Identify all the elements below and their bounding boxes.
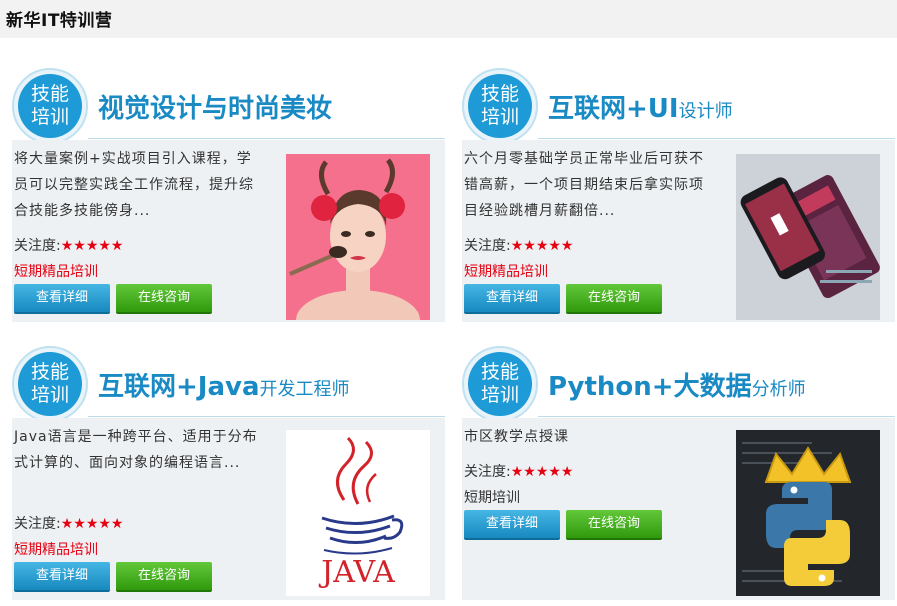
- course-card-java-developer: 技能 培训 互联网+Java开发工程师 Java语言是一种跨平台、适用于分布式计…: [12, 346, 445, 604]
- course-heading-sub[interactable]: 分析师: [752, 379, 806, 400]
- site-title: 新华IT特训营: [6, 11, 113, 31]
- course-heading[interactable]: 互联网+Java开发工程师: [98, 366, 350, 403]
- course-tag: 短期培训: [464, 490, 520, 506]
- course-card-visual-design: 技能 培训 视觉设计与时尚美妆 将大量案例+实战项目引入课程，学员可以完整实践全…: [12, 68, 445, 326]
- online-consult-button[interactable]: 在线咨询: [116, 284, 212, 314]
- course-heading[interactable]: Python+大数据分析师: [548, 366, 806, 403]
- course-heading[interactable]: 互联网+UI设计师: [548, 88, 733, 125]
- badge-line-2: 培训: [480, 384, 519, 406]
- rating-stars: ★★★★★: [60, 238, 124, 254]
- course-description: 市区教学点授课: [464, 429, 569, 445]
- rating-label: 关注度:: [14, 516, 61, 532]
- course-heading-main[interactable]: 互联网+Java: [98, 372, 260, 402]
- view-details-button[interactable]: 查看详细: [464, 284, 560, 314]
- heading-divider: [538, 416, 895, 417]
- course-heading-sub[interactable]: 开发工程师: [260, 379, 350, 400]
- course-card-python-bigdata: 技能 培训 Python+大数据分析师 市区教学点授课 关注度:★★★★★ 短期…: [462, 346, 895, 604]
- course-tag: 短期精品培训: [14, 542, 98, 558]
- rating: 关注度:★★★★★: [464, 235, 573, 255]
- online-consult-button[interactable]: 在线咨询: [566, 510, 662, 540]
- svg-text:JAVA: JAVA: [318, 555, 395, 590]
- course-tag: 短期精品培训: [14, 264, 98, 280]
- rating: 关注度:★★★★★: [14, 513, 123, 533]
- badge-line-2: 培训: [30, 106, 69, 128]
- course-heading-main[interactable]: Python+大数据: [548, 372, 752, 402]
- online-consult-button[interactable]: 在线咨询: [566, 284, 662, 314]
- heading-divider: [88, 138, 445, 139]
- course-heading-sub[interactable]: 设计师: [679, 101, 733, 122]
- rating-label: 关注度:: [14, 238, 61, 254]
- badge-line-2: 培训: [30, 384, 69, 406]
- rating: 关注度:★★★★★: [14, 235, 123, 255]
- badge-line-1: 技能: [30, 83, 69, 105]
- rating-label: 关注度:: [464, 464, 511, 480]
- skill-training-badge: 技能 培训: [12, 68, 88, 144]
- rating-stars: ★★★★★: [510, 238, 574, 254]
- ui-design-phone-mockup[interactable]: [736, 154, 880, 320]
- heading-divider: [538, 138, 895, 139]
- badge-line-1: 技能: [480, 361, 519, 383]
- view-details-button[interactable]: 查看详细: [14, 562, 110, 592]
- rating-stars: ★★★★★: [60, 516, 124, 532]
- rating-stars: ★★★★★: [510, 464, 574, 480]
- course-heading-main[interactable]: 互联网+UI: [548, 94, 679, 124]
- badge-line-2: 培训: [480, 106, 519, 128]
- course-description: 六个月零基础学员正常毕业后可获不错高薪，一个项目期结束后拿实际项目经验跳槽月薪翻…: [464, 151, 704, 219]
- course-tag: 短期精品培训: [464, 264, 548, 280]
- course-description: Java语言是一种跨平台、适用于分布式计算的、面向对象的编程语言...: [14, 429, 258, 471]
- badge-line-1: 技能: [480, 83, 519, 105]
- java-logo[interactable]: JAVA: [286, 430, 430, 596]
- view-details-button[interactable]: 查看详细: [464, 510, 560, 540]
- rating: 关注度:★★★★★: [464, 461, 573, 481]
- skill-training-badge: 技能 培训: [462, 346, 538, 422]
- online-consult-button[interactable]: 在线咨询: [116, 562, 212, 592]
- badge-line-1: 技能: [30, 361, 69, 383]
- heading-divider: [88, 416, 445, 417]
- skill-training-badge: 技能 培训: [462, 68, 538, 144]
- python-logo-crown[interactable]: [736, 430, 880, 596]
- course-heading[interactable]: 视觉设计与时尚美妆: [98, 88, 332, 125]
- course-description: 将大量案例+实战项目引入课程，学员可以完整实践全工作流程，提升综合技能多技能傍身…: [14, 151, 254, 219]
- makeup-model-photo[interactable]: [286, 154, 430, 320]
- rating-label: 关注度:: [464, 238, 511, 254]
- view-details-button[interactable]: 查看详细: [14, 284, 110, 314]
- course-card-ui-designer: 技能 培训 互联网+UI设计师 六个月零基础学员正常毕业后可获不错高薪，一个项目…: [462, 68, 895, 326]
- course-heading-main[interactable]: 视觉设计与时尚美妆: [98, 94, 332, 124]
- skill-training-badge: 技能 培训: [12, 346, 88, 422]
- top-bar: 新华IT特训营: [0, 0, 897, 38]
